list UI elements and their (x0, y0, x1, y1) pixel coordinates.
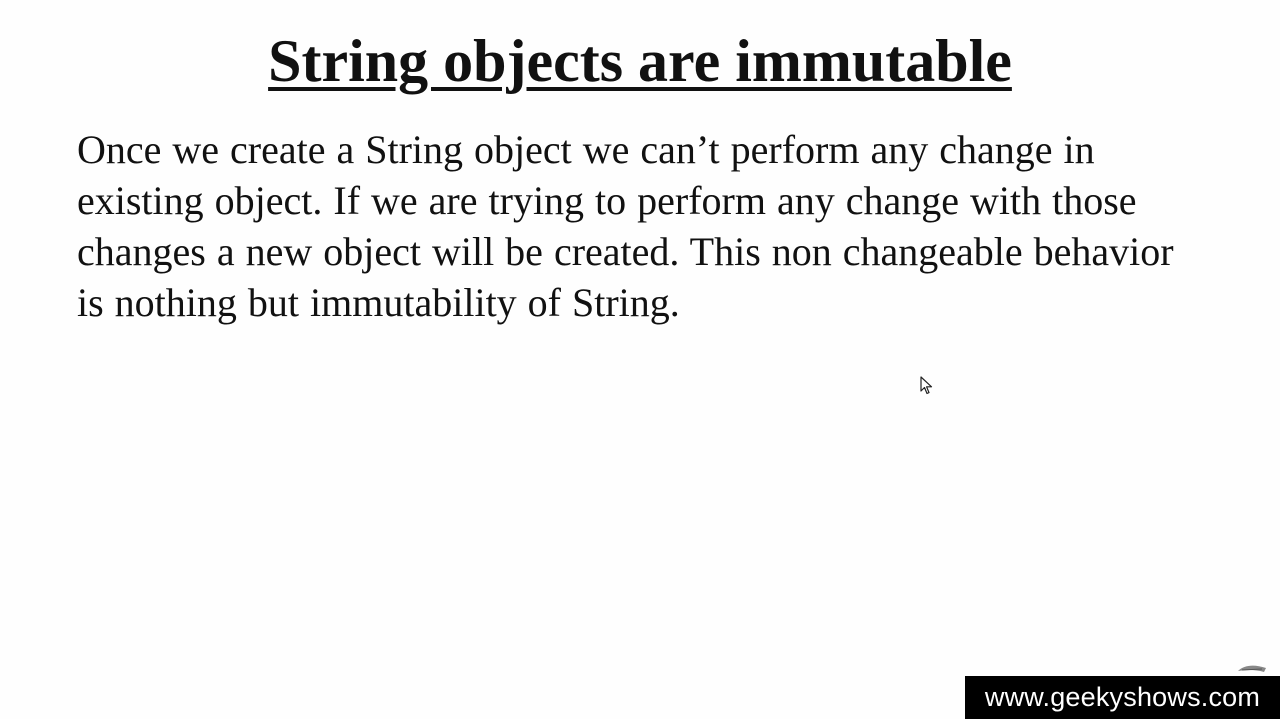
mouse-pointer-icon (920, 376, 933, 395)
slide-body-text: Once we create a String object we can’t … (77, 127, 1174, 325)
website-watermark: www.geekyshows.com (965, 676, 1280, 719)
slide-title-text: String objects are immutable (268, 28, 1012, 94)
pen-icon (1238, 665, 1266, 672)
slide-title: String objects are immutable (0, 26, 1280, 96)
presentation-slide: String objects are immutable Once we cre… (0, 0, 1280, 719)
